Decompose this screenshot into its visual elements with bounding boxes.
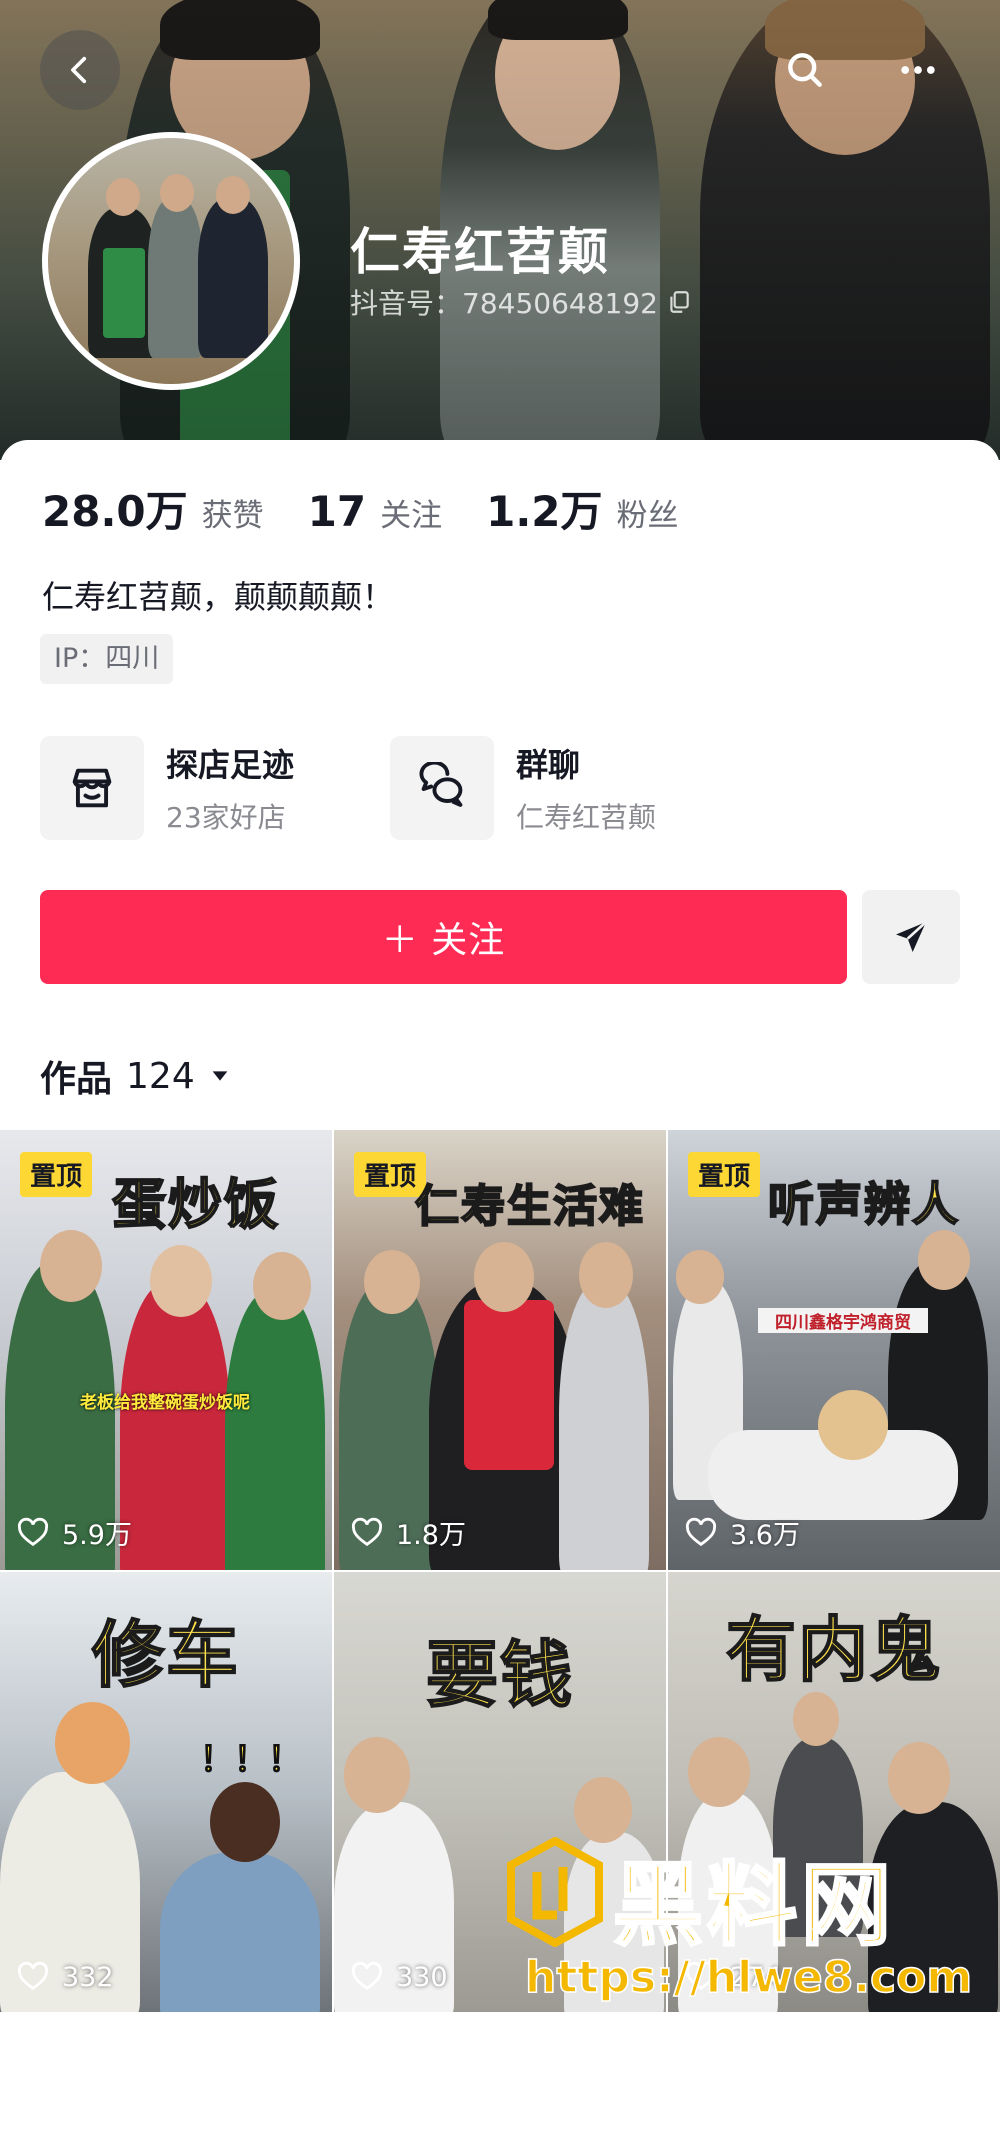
back-button[interactable] [40,30,120,110]
store-icon [40,736,144,840]
watermark-url: https://hlwe8.com [524,1951,973,2004]
video-likes: 332 [16,1960,114,1994]
search-icon [788,53,822,87]
video-title: 仁寿生活难 [414,1180,645,1233]
profile-stats: 28.0万 获赞 17 关注 1.2万 粉丝 [42,478,723,539]
copy-icon[interactable] [666,289,692,315]
video-likes-count: 5.9万 [62,1520,132,1551]
video-title: 有内鬼 [725,1608,942,1692]
video-likes-count: 3.6万 [730,1520,800,1551]
followers-label[interactable]: 粉丝 [617,490,679,535]
group-chat-icon [390,736,494,840]
share-button[interactable] [862,890,960,984]
video-title: 蛋炒饭 [111,1172,280,1237]
more-button[interactable] [878,30,958,110]
group-chat-title: 群聊 [516,746,581,784]
video-likes-count: 330 [396,1961,448,1993]
video-tile[interactable]: 置顶 仁寿生活难 1.8万 [334,1130,666,1570]
video-tile[interactable]: 四川鑫格宇鸿商贸 置顶 听声辨人 3.6万 [668,1130,1000,1570]
video-likes: 5.9万 [16,1513,132,1552]
store-visits-title: 探店足迹 [166,746,295,784]
heart-icon [17,1961,49,1991]
followers-count[interactable]: 1.2万 [486,478,602,539]
following-count[interactable]: 17 [308,487,366,536]
group-chat-entry[interactable]: 群聊 仁寿红苕颠 [390,736,656,840]
works-tab[interactable]: 作品 124 [40,1050,231,1102]
profile-bio: 仁寿红苕颠，颠颠颠颠！ [42,578,395,616]
store-visits-entry[interactable]: 探店足迹 23家好店 [40,736,294,840]
watermark-text: 黑料网 [612,1852,895,1960]
video-likes-count: 1.8万 [396,1520,466,1551]
video-caption: 老板给我整碗蛋炒饭呢 [80,1393,250,1413]
video-tile[interactable]: ！！！ 修车 332 [0,1572,332,2012]
ip-location-tag: IP：四川 [40,634,174,684]
avatar[interactable] [42,132,300,390]
video-likes: 330 [350,1960,448,1994]
more-dots-icon [901,66,935,74]
likes-count: 28.0万 [42,487,188,536]
video-likes-count: 332 [62,1961,114,1993]
video-likes: 3.6万 [684,1513,800,1552]
caret-down-icon [212,1071,228,1081]
video-title: 修车 [91,1612,240,1698]
group-chat-subtitle: 仁寿红苕颠 [516,801,657,834]
watermark-logo-icon [507,1837,603,1947]
search-button[interactable] [765,30,845,110]
exclaim-marks: ！！！ [199,1739,303,1781]
douyin-id[interactable]: 抖音号：78450648192 [350,282,692,322]
video-title: 要钱 [425,1632,574,1718]
video-title: 听声辨人 [767,1176,960,1232]
sign-text: 四川鑫格宇鸿商贸 [758,1308,928,1333]
send-icon [896,921,927,952]
profile-nickname: 仁寿红苕颠 [350,223,610,281]
heart-icon [685,1517,717,1546]
works-count: 124 [126,1055,195,1097]
chevron-left-icon [71,56,87,84]
following-label[interactable]: 关注 [380,490,442,535]
douyin-id-text: 抖音号：78450648192 [350,287,658,320]
follow-button[interactable]: ＋ 关注 [40,890,847,984]
heart-icon [17,1517,49,1546]
likes-label: 获赞 [201,498,264,534]
heart-icon [351,1961,383,1991]
video-tile[interactable]: 置顶 蛋炒饭 老板给我整碗蛋炒饭呢 5.9万 [0,1130,332,1570]
watermark: 黑料网 https://hlwe8.com [505,1832,985,2004]
works-label: 作品 [40,1059,113,1100]
video-likes: 1.8万 [350,1513,466,1552]
store-visits-subtitle: 23家好店 [166,801,286,834]
heart-icon [351,1517,383,1546]
